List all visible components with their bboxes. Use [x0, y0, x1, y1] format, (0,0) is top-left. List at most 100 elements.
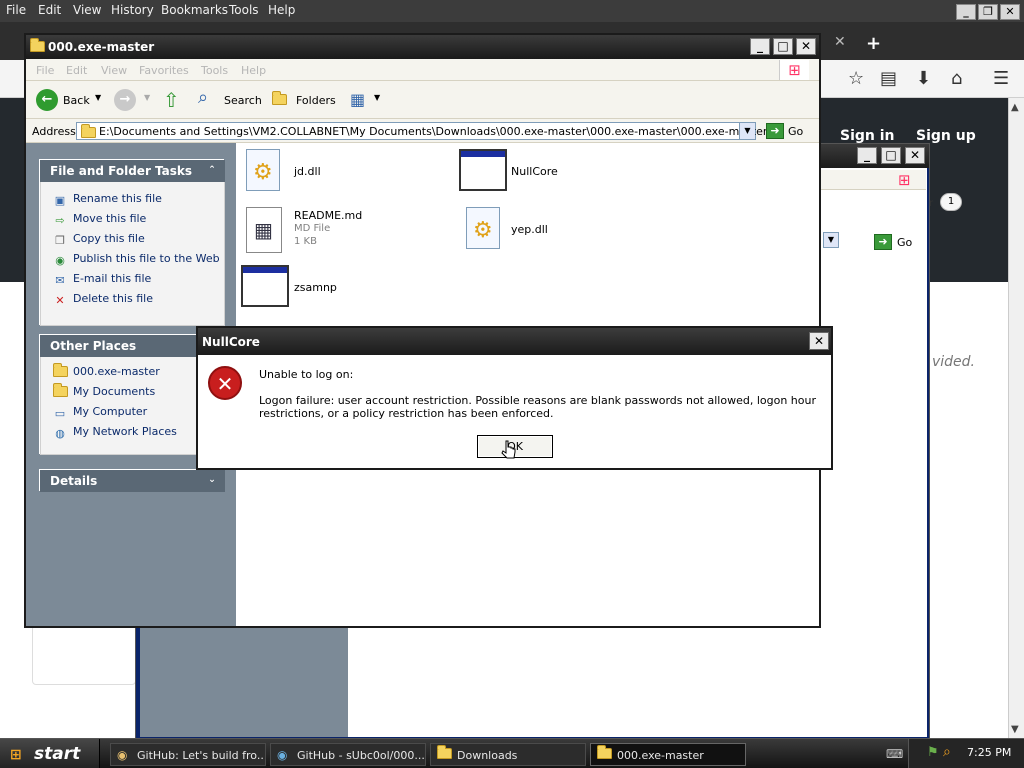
address-dropdown-icon[interactable]: ▼ [739, 123, 755, 139]
browser-menu-help[interactable]: Help [268, 3, 295, 17]
search-label[interactable]: Search [224, 94, 262, 107]
sign-in-link[interactable]: Sign in [840, 128, 895, 144]
search-icon[interactable]: ⌕ [198, 87, 208, 108]
task-email[interactable]: ✉ E-mail this file [53, 272, 151, 288]
folders-icon[interactable] [272, 91, 287, 108]
bg-maximize-button[interactable]: □ [881, 147, 901, 164]
dialog-message: Logon failure: user account restriction.… [259, 394, 816, 420]
views-dropdown-icon[interactable]: ▼ [374, 93, 380, 102]
scroll-down-icon[interactable]: ▼ [1011, 724, 1019, 735]
close-button[interactable]: ✕ [796, 38, 816, 55]
bookmark-star-icon[interactable]: ☆ [848, 68, 864, 89]
maximize-button[interactable]: □ [773, 38, 793, 55]
menu-view[interactable]: View [101, 64, 127, 77]
other-places-title: Other Places [50, 339, 137, 353]
menu-file[interactable]: File [36, 64, 54, 77]
browser-menu-bookmarks[interactable]: Bookmarks [161, 3, 228, 17]
up-folder-icon[interactable]: ⇧ [163, 88, 180, 112]
application-icon [241, 265, 289, 307]
task-publish[interactable]: ◉ Publish this file to the Web [53, 252, 219, 268]
dialog-titlebar: NullCore ✕ [198, 328, 831, 355]
forward-arrow-icon[interactable]: → [114, 89, 136, 111]
bg-text-fragment: r [929, 198, 934, 209]
details-header[interactable]: Details ⌄ [40, 470, 225, 492]
expand-chevron-icon[interactable]: ⌄ [205, 473, 219, 487]
address-label: Address [32, 125, 76, 138]
home-icon[interactable]: ⌂ [951, 68, 962, 89]
go-icon[interactable]: ➜ [766, 123, 784, 139]
delete-icon: ✕ [55, 294, 65, 307]
file-name: yep.dll [511, 223, 548, 236]
tab-close-icon[interactable]: ✕ [834, 34, 846, 50]
search-tray-icon[interactable]: ⌕ [943, 744, 951, 760]
globe-icon: ◉ [55, 254, 65, 267]
file-tasks-header[interactable]: File and Folder Tasks ⌃ [40, 160, 225, 182]
minimize-button[interactable]: _ [750, 38, 770, 55]
window-title: 000.exe-master [48, 40, 155, 54]
menu-tools[interactable]: Tools [201, 64, 228, 77]
file-size: 1 KB [294, 236, 317, 247]
page-text-fragment: vided. [932, 354, 976, 370]
browser-menu-history[interactable]: History [111, 3, 154, 17]
bg-go-label[interactable]: Go [897, 236, 912, 249]
browser-menu-view[interactable]: View [73, 3, 101, 17]
browser-menu-edit[interactable]: Edit [38, 3, 61, 17]
browser-scrollbar[interactable] [1008, 98, 1024, 740]
task-delete[interactable]: ✕ Delete this file [53, 292, 153, 308]
browser-close-button[interactable]: ✕ [1000, 4, 1020, 20]
browser-menubar: File Edit View History Bookmarks Tools H… [0, 0, 1024, 22]
browser-minimize-button[interactable]: _ [956, 4, 976, 20]
taskbar-item-downloads[interactable]: Downloads [430, 743, 586, 766]
rename-icon: ▣ [54, 194, 66, 207]
explorer-menubar: File Edit View Favorites Tools Help ⊞ [26, 59, 819, 81]
reading-list-icon[interactable]: ▤ [880, 68, 897, 89]
place-my-computer[interactable]: ▭ My Computer [53, 405, 147, 421]
menu-edit[interactable]: Edit [66, 64, 87, 77]
place-folder[interactable]: 000.exe-master [53, 363, 160, 381]
task-rename[interactable]: ▣ Rename this file [53, 192, 162, 208]
taskbar-item-firefox-2[interactable]: ◉ GitHub - sUbc0ol/000.... [270, 743, 426, 766]
bg-minimize-button[interactable]: _ [857, 147, 877, 164]
task-copy[interactable]: ❐ Copy this file [53, 232, 145, 248]
keyboard-icon[interactable]: ⌨ [886, 747, 903, 761]
details-title: Details [50, 474, 98, 488]
collapse-chevron-icon[interactable]: ⌃ [205, 163, 219, 177]
forward-dropdown-icon[interactable]: ▼ [144, 93, 150, 102]
browser-restore-button[interactable]: ❐ [978, 4, 998, 20]
bg-go-icon[interactable]: ➜ [874, 234, 892, 250]
address-input[interactable]: E:\Documents and Settings\VM2.COLLABNET\… [76, 122, 767, 140]
taskbar-item-firefox-1[interactable]: ◉ GitHub: Let's build fro... [110, 743, 266, 766]
start-button[interactable]: ⊞ start [0, 739, 100, 768]
file-name: jd.dll [294, 165, 321, 178]
back-label[interactable]: Back [63, 94, 90, 107]
browser-menu-file[interactable]: File [6, 3, 26, 17]
file-name: zsamnp [294, 281, 337, 294]
go-label[interactable]: Go [788, 125, 803, 138]
explorer-titlebar: 000.exe-master _ □ ✕ [26, 35, 819, 59]
place-my-network[interactable]: ◍ My Network Places [53, 425, 177, 441]
network-tray-icon[interactable]: ⚑ [927, 745, 939, 760]
hamburger-menu-icon[interactable]: ☰ [993, 68, 1009, 89]
network-icon: ◍ [55, 427, 65, 440]
downloads-icon[interactable]: ⬇ [916, 68, 931, 89]
scroll-up-icon[interactable]: ▲ [1011, 102, 1019, 113]
dll-file-icon [246, 149, 280, 191]
bg-close-button[interactable]: ✕ [905, 147, 925, 164]
dialog-close-button[interactable]: ✕ [809, 332, 829, 350]
task-move[interactable]: ⇨ Move this file [53, 212, 146, 228]
file-name: README.md [294, 209, 363, 222]
menu-help[interactable]: Help [241, 64, 266, 77]
bg-address-dropdown[interactable]: ▼ [823, 232, 839, 248]
views-icon[interactable]: ▦ [350, 90, 365, 109]
back-arrow-icon[interactable]: ← [36, 89, 58, 111]
windows-logo-icon: ⊞ [898, 171, 911, 189]
folders-label[interactable]: Folders [296, 94, 336, 107]
clock: 7:25 PM [967, 746, 1012, 759]
new-tab-icon[interactable]: + [866, 33, 881, 54]
place-my-documents[interactable]: My Documents [53, 383, 155, 401]
back-dropdown-icon[interactable]: ▼ [95, 93, 101, 102]
menu-favorites[interactable]: Favorites [139, 64, 189, 77]
taskbar-item-explorer[interactable]: 000.exe-master [590, 743, 746, 766]
browser-menu-tools[interactable]: Tools [229, 3, 259, 17]
sign-up-link[interactable]: Sign up [916, 128, 976, 144]
